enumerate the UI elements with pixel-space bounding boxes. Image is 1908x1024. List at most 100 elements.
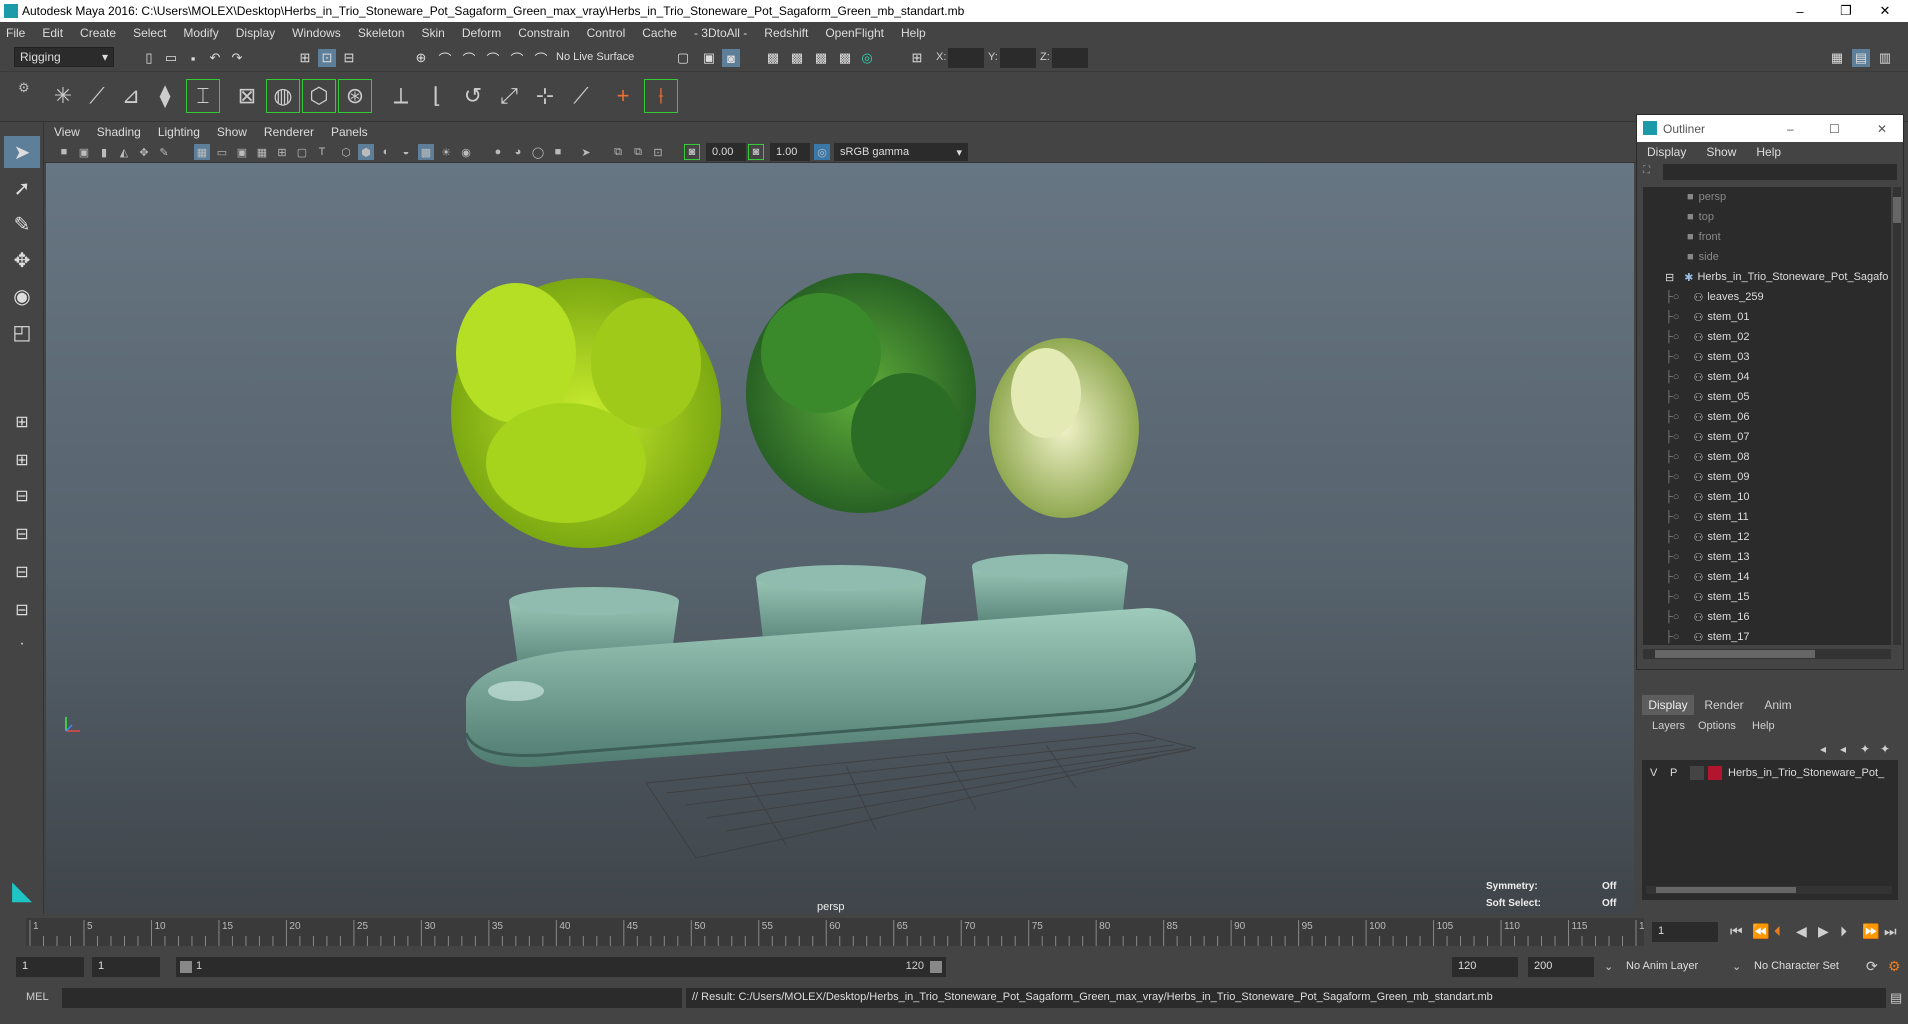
select-camera-icon[interactable]: ➤ xyxy=(578,144,594,160)
step-back-frame-icon[interactable]: ⏴ xyxy=(1774,923,1781,940)
outliner-hscrollbar[interactable] xyxy=(1643,649,1891,659)
outliner-search-input[interactable] xyxy=(1663,164,1897,180)
frame-all-icon[interactable]: ⧉ xyxy=(610,144,626,160)
list-item[interactable]: ├○ ⚇ stem_09 xyxy=(1643,467,1891,487)
isolate-icon[interactable]: ■ xyxy=(550,144,566,160)
menu-deform[interactable]: Deform xyxy=(462,26,501,40)
list-item[interactable]: ⊟ ✱ Herbs_in_Trio_Stoneware_Pot_Sagafo xyxy=(1643,267,1891,287)
time-slider-track[interactable]: 1 5 10 15 20 25 30 35 40 45 50 55 60 65 70 75 80 85 90 95 10… xyxy=(26,918,1656,946)
smooth-shade-icon[interactable]: ⬢ xyxy=(358,144,374,160)
menu-skeleton[interactable]: Skeleton xyxy=(358,26,405,40)
lasso-tool-icon[interactable]: ➚ xyxy=(4,172,40,204)
gamma-field[interactable]: 1.00 xyxy=(770,143,810,161)
list-item[interactable]: ■ persp xyxy=(1643,187,1891,207)
current-frame-field[interactable]: 1 xyxy=(1652,922,1718,942)
textured-icon[interactable]: ▩ xyxy=(418,144,434,160)
render-settings-icon[interactable]: ▩ xyxy=(836,49,854,67)
collapse-icon[interactable]: ⊟ xyxy=(1665,271,1674,284)
shadows-icon[interactable]: ◒ xyxy=(398,144,414,160)
list-item[interactable]: ├○ ⚇ stem_16 xyxy=(1643,607,1891,627)
persp-graph-icon[interactable]: ⊟ xyxy=(4,556,40,588)
menu-display[interactable]: Display xyxy=(236,26,275,40)
panel-menu-shading[interactable]: Shading xyxy=(97,125,141,139)
range-start-handle[interactable] xyxy=(180,961,192,973)
menu-select[interactable]: Select xyxy=(133,26,166,40)
render-frame-icon[interactable]: ▩ xyxy=(788,49,806,67)
tab-display[interactable]: Display xyxy=(1642,695,1694,715)
gamma-icon[interactable]: ◙ xyxy=(748,144,764,160)
use-lights-icon[interactable]: ◐ xyxy=(378,144,394,160)
outliner-minimize-icon[interactable]: – xyxy=(1787,122,1794,136)
snap-surface-icon[interactable]: ⌒ xyxy=(508,49,526,67)
construction-history-icon[interactable]: ◙ xyxy=(722,49,740,67)
live-surface-icon[interactable]: ⌒ xyxy=(532,49,550,67)
constraint-point-icon[interactable]: ⟂ xyxy=(384,79,418,113)
select-tool-icon[interactable]: ➤ xyxy=(4,136,40,168)
anti-alias-icon[interactable]: ◕ xyxy=(510,144,526,160)
exposure-icon[interactable]: ◙ xyxy=(684,144,700,160)
wireframe-icon[interactable]: ⬡ xyxy=(338,144,354,160)
list-item[interactable]: ├○ ⚇ stem_02 xyxy=(1643,327,1891,347)
menu-create[interactable]: Create xyxy=(80,26,116,40)
playblast-icon[interactable]: ⊡ xyxy=(650,144,666,160)
output-icon[interactable]: ▣ xyxy=(700,49,718,67)
snap-grid-icon[interactable]: ⊕ xyxy=(412,49,430,67)
outliner-close-icon[interactable]: ✕ xyxy=(1877,122,1887,136)
outliner-vscrollbar[interactable] xyxy=(1893,187,1901,645)
ambient-occlusion-icon[interactable]: ◉ xyxy=(458,144,474,160)
new-scene-icon[interactable]: ▯ xyxy=(140,49,158,67)
layer-menu-layers[interactable]: Layers xyxy=(1652,720,1685,732)
layer-playback-toggle[interactable]: P xyxy=(1670,767,1684,779)
y-field[interactable] xyxy=(1000,48,1036,68)
panel-menu-lighting[interactable]: Lighting xyxy=(158,125,200,139)
go-to-start-icon[interactable]: ⏮ xyxy=(1730,923,1743,940)
time-slider[interactable]: 1 5 10 15 20 25 30 35 40 45 50 55 60 65 70 75 80 85 90 95 10… xyxy=(0,914,1908,950)
play-forward-icon[interactable]: ▶ xyxy=(1818,923,1829,940)
modeling-toolkit-icon[interactable]: ▦ xyxy=(1828,49,1846,67)
layer-visibility-toggle[interactable]: V xyxy=(1650,767,1664,779)
menu-cache[interactable]: Cache xyxy=(642,26,677,40)
safe-action-icon[interactable]: ▢ xyxy=(294,144,310,160)
layer-hscrollbar[interactable] xyxy=(1646,886,1892,894)
persp-outliner-icon[interactable]: ⊟ xyxy=(4,518,40,550)
tab-anim[interactable]: Anim xyxy=(1752,698,1804,712)
panel-menu-view[interactable]: View xyxy=(54,125,80,139)
outliner-maximize-icon[interactable]: ☐ xyxy=(1829,122,1840,136)
layer-menu-options[interactable]: Options xyxy=(1698,720,1736,732)
menuset-dropdown[interactable]: Rigging ▾ xyxy=(14,47,114,67)
list-item[interactable]: ├○ ⚇ stem_08 xyxy=(1643,447,1891,467)
menu-windows[interactable]: Windows xyxy=(292,26,341,40)
menu-skin[interactable]: Skin xyxy=(422,26,445,40)
ik-handle-icon[interactable]: ⟋ xyxy=(80,79,114,113)
open-scene-icon[interactable]: ▭ xyxy=(162,49,180,67)
hypershade-layout-icon[interactable]: ⊟ xyxy=(4,594,40,626)
constraint-scale-icon[interactable]: ⤢ xyxy=(492,79,526,113)
list-item[interactable]: ├○ ⚇ stem_01 xyxy=(1643,307,1891,327)
save-scene-icon[interactable]: ▪ xyxy=(184,49,202,67)
move-tool-icon[interactable]: ✥ xyxy=(4,244,40,276)
color-space-dropdown[interactable]: sRGB gamma ▾ xyxy=(834,143,968,161)
locator-icon[interactable]: + xyxy=(606,79,640,113)
film-gate-icon[interactable]: ▭ xyxy=(214,144,230,160)
list-item[interactable]: ├○ ⚇ stem_17 xyxy=(1643,627,1891,645)
viewport-persp[interactable]: persp Symmetry: Off Soft Select: Off xyxy=(46,163,1634,913)
two-view-icon[interactable]: ⊟ xyxy=(4,480,40,512)
frame-selected-icon[interactable]: ⧉ xyxy=(630,144,646,160)
smooth-bind-icon[interactable]: ◍ xyxy=(266,79,300,113)
menu-redshift[interactable]: Redshift xyxy=(764,26,808,40)
constraint-parent-icon[interactable]: ⊹ xyxy=(528,79,562,113)
playback-start-field[interactable]: 1 xyxy=(92,957,160,977)
list-item[interactable]: ├○ ⚇ stem_12 xyxy=(1643,527,1891,547)
ik-spline-icon[interactable]: ⊿ xyxy=(114,79,148,113)
character-set-dropdown[interactable]: No Character Set xyxy=(1748,957,1864,977)
safe-title-icon[interactable]: T xyxy=(314,144,330,160)
menu-openflight[interactable]: OpenFlight xyxy=(825,26,884,40)
tab-render[interactable]: Render xyxy=(1698,698,1750,712)
menu-file[interactable]: File xyxy=(6,26,25,40)
redo-icon[interactable]: ↷ xyxy=(228,49,246,67)
scale-tool-icon[interactable]: ◰ xyxy=(4,316,40,348)
menu-edit[interactable]: Edit xyxy=(42,26,63,40)
history-icon[interactable]: ▢ xyxy=(674,49,692,67)
grid-icon[interactable]: ▦ xyxy=(194,144,210,160)
table-row[interactable]: V P Herbs_in_Trio_Stoneware_Pot_ xyxy=(1642,764,1898,782)
